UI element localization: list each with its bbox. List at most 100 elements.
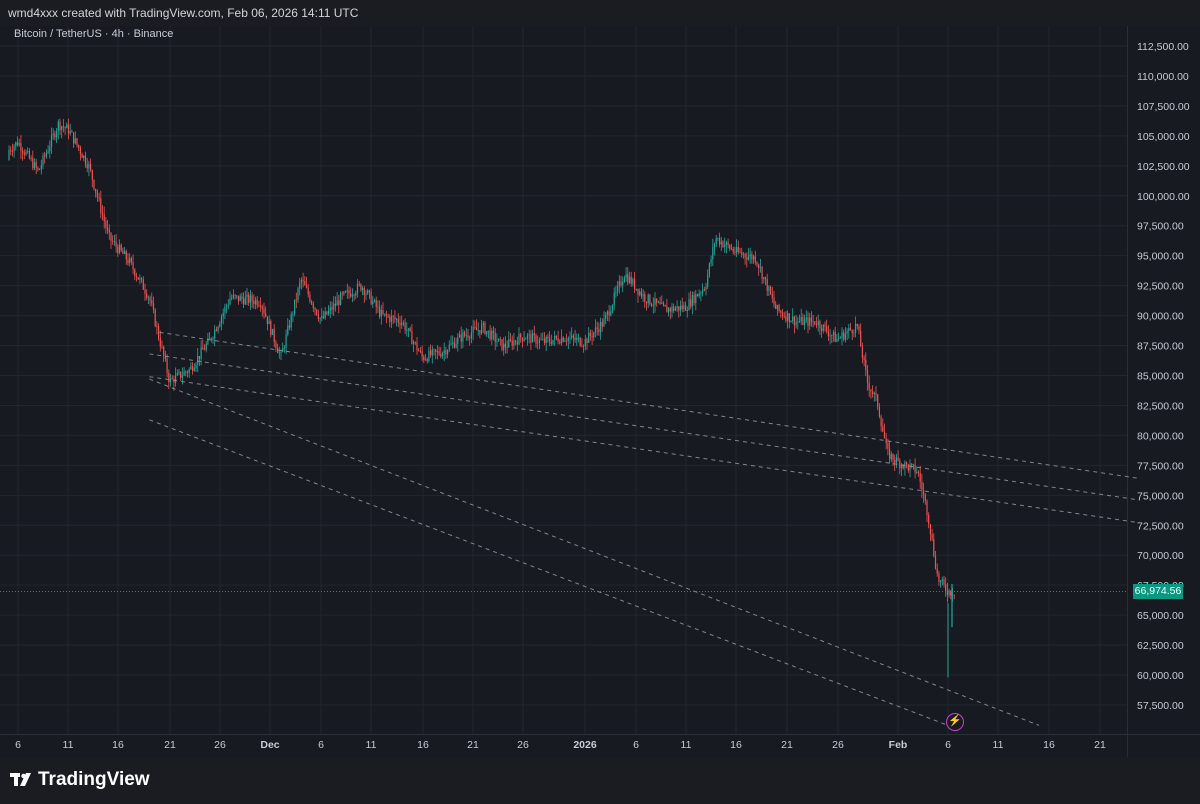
y-tick-label: 112,500.00: [1137, 41, 1189, 53]
x-tick-label: 21: [1094, 739, 1106, 751]
candle-body: [295, 299, 297, 301]
candle-body: [589, 332, 591, 336]
candle-body: [491, 330, 493, 340]
candle-body: [936, 568, 938, 574]
candle-body: [394, 316, 396, 320]
candle-body: [543, 338, 546, 344]
candle-body: [249, 295, 251, 303]
candle-body: [241, 296, 243, 300]
y-tick-label: 92,500.00: [1137, 281, 1184, 293]
candle-body: [297, 288, 299, 300]
candle-body: [219, 323, 221, 327]
candle-body: [730, 248, 733, 250]
candle-body: [212, 338, 214, 340]
candle-body: [209, 337, 211, 339]
candle-body: [86, 164, 88, 169]
y-tick-label: 72,500.00: [1137, 520, 1184, 532]
candle-body: [494, 333, 496, 342]
price-chart[interactable]: 112,500.00 110,000.00 107,500.00 105,000.00…: [0, 0, 1200, 757]
candle-body: [431, 349, 433, 356]
candle-body: [268, 320, 270, 325]
candle-body: [554, 335, 556, 340]
candle-body: [436, 351, 438, 352]
candle-body: [703, 289, 705, 291]
candle-body: [815, 324, 818, 326]
candle-body: [690, 299, 692, 307]
candle-body: [555, 335, 557, 338]
candle-body: [484, 322, 486, 335]
candle-body: [759, 267, 761, 269]
candle-body: [870, 389, 872, 392]
lightning-bolt-icon[interactable]: ⚡: [946, 713, 964, 731]
x-tick-label: 6: [318, 739, 324, 751]
candle-body: [358, 283, 360, 285]
candle-body: [526, 335, 529, 339]
candle-body: [151, 300, 153, 304]
candle-body: [81, 153, 83, 158]
candle-body: [866, 370, 869, 383]
candle-body: [355, 293, 357, 296]
candle-body: [688, 299, 690, 311]
candle-body: [135, 276, 138, 278]
brand-logo[interactable]: TradingView: [10, 769, 150, 791]
candle-body: [414, 342, 416, 344]
candle-body: [402, 322, 404, 324]
candle-body: [447, 350, 449, 355]
candle-body: [938, 573, 940, 583]
candle-body: [652, 305, 654, 306]
y-tick-label: 100,000.00: [1137, 191, 1190, 203]
candle-body: [501, 339, 503, 350]
candle-body: [698, 293, 700, 297]
candle-body: [326, 311, 328, 315]
candle-body: [797, 321, 799, 323]
candle-body: [343, 291, 345, 295]
candle-body: [790, 321, 792, 323]
candle-body: [453, 342, 455, 348]
candle-body: [603, 318, 605, 327]
candle-body: [277, 347, 279, 353]
candle-body: [316, 309, 318, 315]
candle-body: [105, 221, 107, 228]
candle-body: [644, 294, 646, 302]
candle-body: [945, 584, 947, 592]
footer: TradingView: [0, 757, 1200, 804]
candle-body: [367, 290, 369, 294]
candle-body: [805, 317, 807, 320]
brand-name: TradingView: [38, 769, 150, 790]
candle-body: [339, 293, 342, 305]
candle-body: [662, 302, 665, 306]
candle-body: [345, 291, 347, 293]
candle-body: [645, 301, 648, 304]
candle-body: [351, 295, 353, 297]
candle-body: [581, 345, 583, 347]
candle-body: [90, 163, 92, 171]
candle-body: [882, 426, 884, 432]
candle-body: [861, 346, 863, 358]
candle-body: [438, 351, 440, 355]
candle-body: [124, 251, 126, 254]
candle-body: [858, 326, 860, 331]
candle-body: [594, 327, 597, 333]
candle-body: [42, 155, 44, 166]
candle-body: [783, 315, 785, 317]
candle-body: [273, 328, 275, 343]
candle-body: [521, 337, 523, 341]
candle-body: [583, 346, 585, 347]
candle-body: [600, 322, 602, 333]
candle-body: [220, 316, 223, 324]
candle-body: [467, 335, 469, 338]
candle-body: [32, 158, 34, 169]
candle-body: [396, 319, 398, 321]
candle-body: [127, 259, 129, 264]
candle-body: [771, 293, 773, 298]
candle-body: [628, 276, 631, 283]
candle-body: [545, 336, 547, 344]
candle-body: [224, 306, 226, 313]
candle-body: [23, 152, 25, 155]
candle-body: [785, 316, 787, 321]
candle-body: [305, 285, 308, 288]
candle-body: [365, 293, 367, 295]
candle-body: [166, 358, 168, 373]
candle-body: [613, 292, 615, 306]
candle-body: [13, 146, 15, 152]
